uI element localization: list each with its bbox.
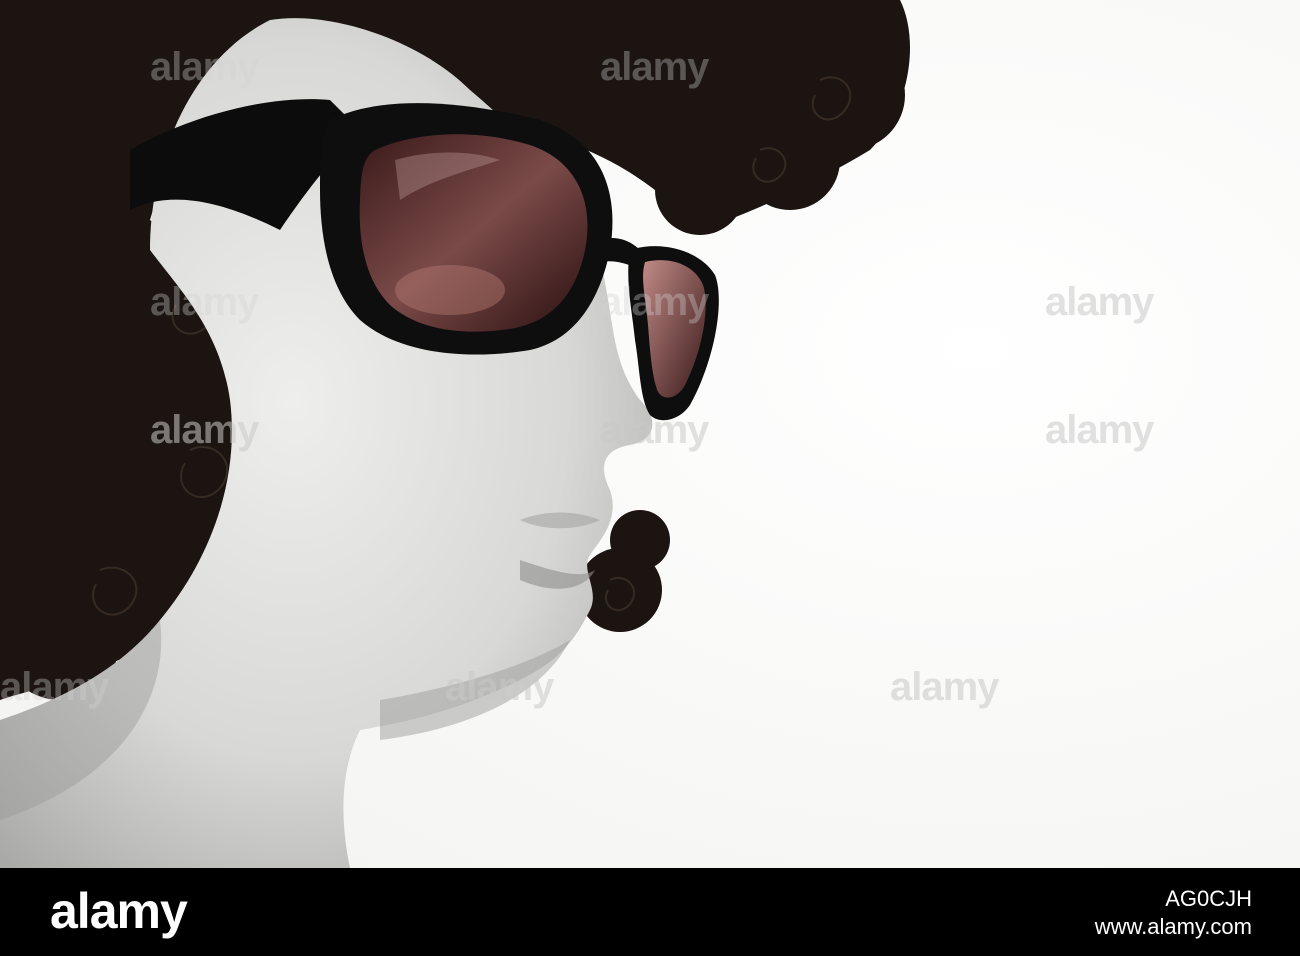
stock-photo: alamy alamy alamy alamy alamy alamy alam… (0, 0, 1300, 868)
stock-footer-bar: alamy AG0CJH www.alamy.com (0, 868, 1300, 956)
mannequin-photo-icon (0, 0, 1300, 868)
site-url: www.alamy.com (1094, 914, 1252, 939)
image-id-block: AG0CJH www.alamy.com (1095, 886, 1252, 942)
alamy-logo: alamy (50, 883, 188, 939)
image-code: AG0CJH (1165, 886, 1252, 911)
